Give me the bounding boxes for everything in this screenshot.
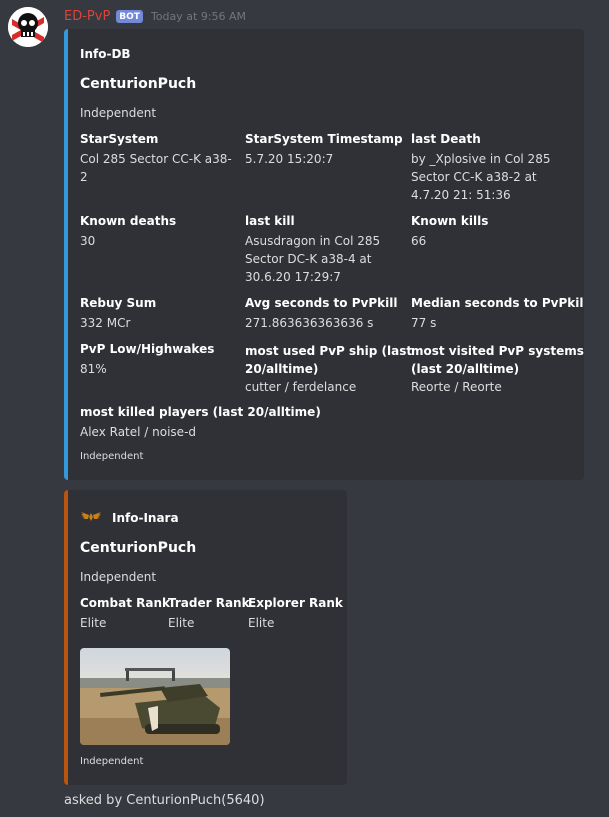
embed-footer: Independent	[80, 451, 144, 462]
field-value: Elite	[168, 616, 195, 630]
field-name: last Death	[411, 132, 481, 146]
field-name: Rebuy Sum	[80, 296, 157, 310]
field-name: PvP Low/Highwakes	[80, 342, 215, 356]
field-value: Reorte / Reorte	[411, 380, 502, 394]
field-name: StarSystem Timestamp	[245, 132, 403, 146]
tank-image	[80, 648, 230, 745]
bot-avatar[interactable]	[8, 7, 48, 47]
skull-icon	[8, 7, 48, 47]
field-name: StarSystem	[80, 132, 159, 146]
bot-badge: BOT	[116, 9, 143, 23]
embed-accent-bar	[64, 29, 68, 480]
embed-title: CenturionPuch	[80, 76, 197, 92]
field-value: Elite	[248, 616, 275, 630]
message-timestamp[interactable]: Today at 9:56 AM	[151, 10, 246, 23]
field-value: cutter / ferdelance	[245, 380, 357, 394]
embed-footer: Independent	[80, 756, 144, 767]
field-value: Asusdragon in Col 285 Sector DC-K a38-4 …	[245, 234, 381, 284]
field-value: Col 285 Sector CC-K a38- 2	[80, 152, 232, 184]
field-name: most killed players (last 20/alltime)	[80, 405, 321, 419]
embed-author: Info-Inara	[112, 511, 179, 525]
message-header: ED-PvP BOT Today at 9:56 AM	[64, 7, 246, 25]
field-value: by _Xplosive in Col 285 Sector CC-K a38-…	[411, 152, 551, 202]
embed-author: Info-DB	[80, 47, 131, 61]
field-name: most used PvP ship (last 20/alltime)	[245, 344, 413, 376]
embed-info-inara: Info-Inara CenturionPuch Independent Com…	[64, 490, 347, 785]
field-name: Known kills	[411, 214, 489, 228]
field-name: Median seconds to PvPkill	[411, 296, 584, 310]
field-value: 30	[80, 234, 96, 248]
field-value: 332 MCr	[80, 316, 131, 330]
field-value: 81%	[80, 362, 107, 376]
field-value: 5.7.20 15:20:7	[245, 152, 334, 166]
embed-title: CenturionPuch	[80, 540, 197, 556]
asked-by-text: asked by CenturionPuch(5640)	[64, 793, 265, 808]
inara-wings-icon	[81, 512, 101, 521]
field-value: Elite	[80, 616, 107, 630]
field-name: Combat Rank	[80, 596, 171, 610]
field-value: 66	[411, 234, 427, 248]
embed-description: Independent	[80, 570, 157, 584]
field-name: Explorer Rank	[248, 596, 343, 610]
embed-thumbnail-tank-photo[interactable]	[80, 648, 230, 745]
field-name: Known deaths	[80, 214, 177, 228]
field-value: Alex Ratel / noise-d	[80, 425, 197, 439]
field-value: 271.863636363636 s	[245, 316, 374, 330]
username[interactable]: ED-PvP	[64, 9, 110, 24]
field-value: 77 s	[411, 316, 437, 330]
field-name: Trader Rank	[168, 596, 250, 610]
field-name: most visited PvP systems (last 20/alltim…	[411, 344, 584, 376]
field-name: Avg seconds to PvPkill	[245, 296, 398, 310]
embed-info-db: Info-DB CenturionPuch Independent StarSy…	[64, 29, 584, 480]
embed-description: Independent	[80, 106, 157, 120]
field-name: last kill	[245, 214, 295, 228]
embed-accent-bar	[64, 490, 68, 785]
